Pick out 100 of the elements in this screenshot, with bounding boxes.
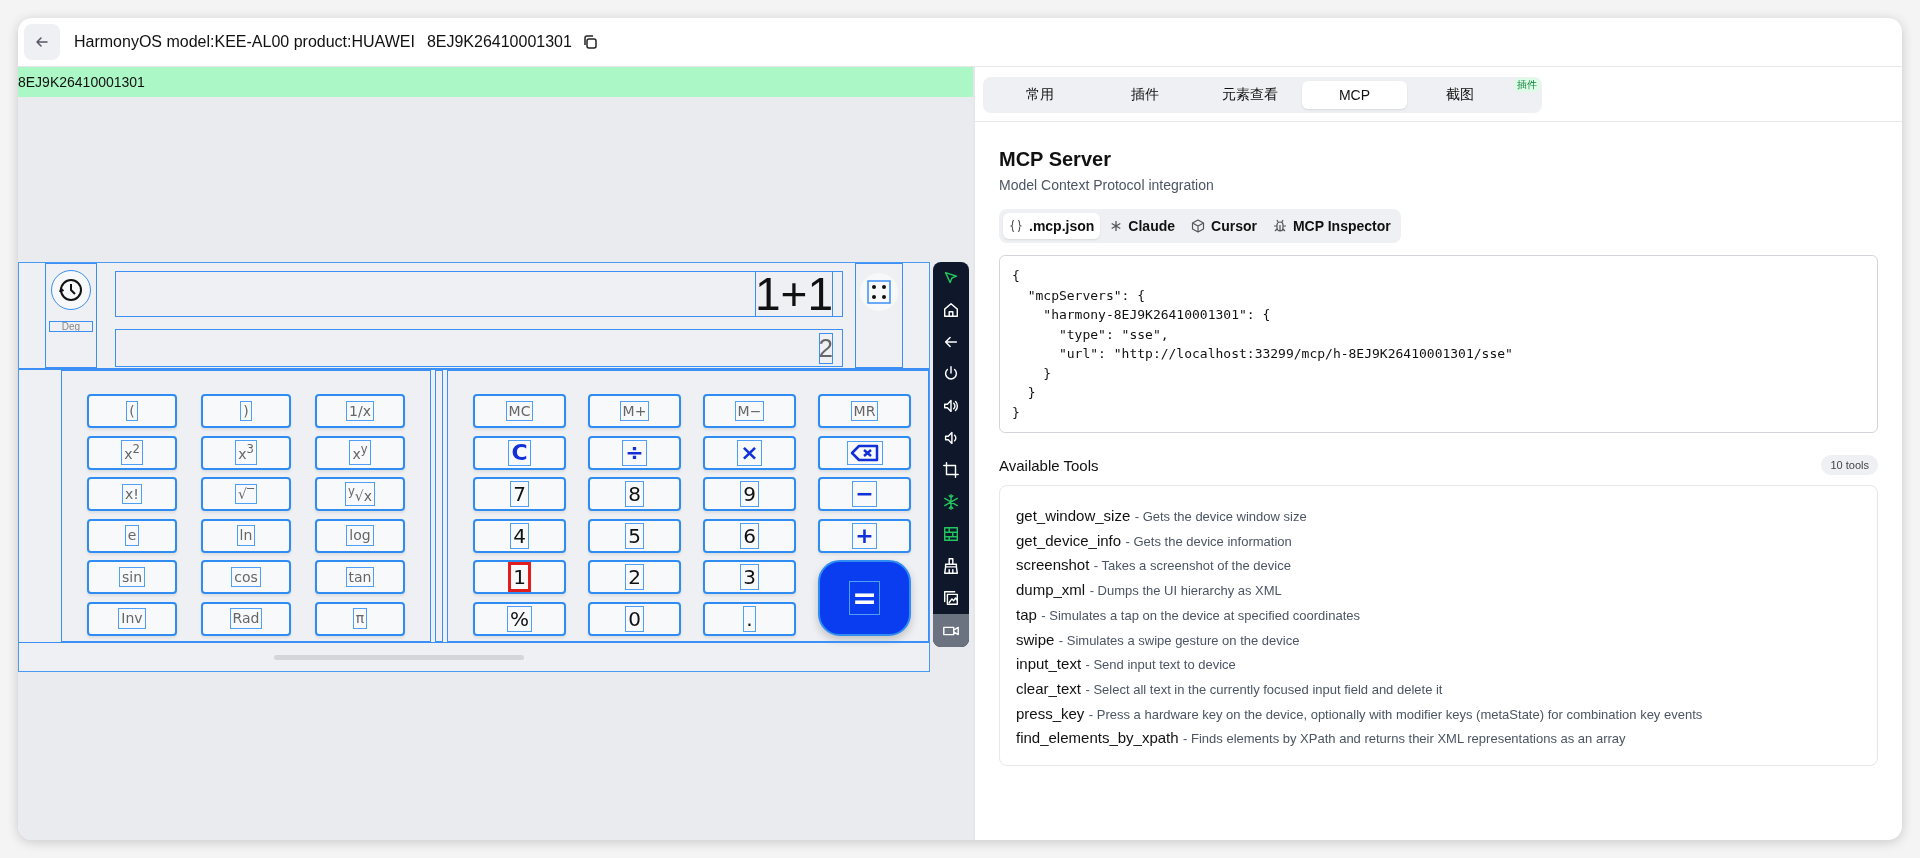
expression-display: 1+1 xyxy=(754,271,833,317)
broom-icon xyxy=(942,557,960,575)
tool-description: - Send input text to device xyxy=(1085,657,1236,673)
back-button[interactable] xyxy=(24,24,60,60)
tool-name: get_device_info xyxy=(1016,531,1122,549)
braces-icon xyxy=(1009,219,1023,233)
config-tab[interactable]: MCP Inspector xyxy=(1266,213,1397,239)
calculator-key[interactable]: 6 xyxy=(703,518,796,553)
tab[interactable]: MCP xyxy=(1302,81,1407,109)
home-icon xyxy=(942,301,960,319)
calculator-key[interactable]: MR xyxy=(818,394,911,428)
calculator-key[interactable]: 9 xyxy=(703,477,796,511)
calculator-key[interactable]: MC xyxy=(473,394,566,428)
calculator-key[interactable]: M− xyxy=(703,394,796,428)
calculator-key[interactable]: Rad xyxy=(201,601,291,636)
calculator-key[interactable]: + xyxy=(818,518,911,553)
calculator-key[interactable]: 3 xyxy=(703,560,796,594)
history-button[interactable] xyxy=(52,271,90,309)
tool-name: find_elements_by_xpath xyxy=(1016,729,1179,747)
calculator-key[interactable]: x$^{2}$ xyxy=(87,435,177,470)
device-label: 8EJ9K26410001301 xyxy=(18,74,145,90)
calculator-key[interactable]: log xyxy=(315,518,405,553)
calculator-key[interactable]: Inv xyxy=(87,601,177,636)
config-tab[interactable]: Claude xyxy=(1104,213,1182,239)
section-title: MCP Server xyxy=(999,148,1112,171)
tab[interactable]: 元素查看 xyxy=(1197,81,1302,109)
tool-description: - Takes a screenshot of the device xyxy=(1093,558,1291,574)
tool-name: input_text xyxy=(1016,655,1082,673)
calculator-key[interactable]: $^{y}$√x xyxy=(315,477,405,511)
calculator-key[interactable]: ) xyxy=(201,394,291,428)
window-title: HarmonyOS model:KEE-AL00 product:HUAWEI xyxy=(74,33,415,51)
calculator-key[interactable]: 1/x xyxy=(315,394,405,428)
calculator-key[interactable]: 4 xyxy=(473,518,566,553)
config-tab[interactable]: .mcp.json xyxy=(1003,213,1101,239)
calculator-key[interactable]: e xyxy=(87,518,177,553)
tool-name: get_window_size xyxy=(1016,507,1131,524)
tool-description: - Select all text in the currently focused input field and delete it xyxy=(1085,681,1443,697)
history-icon xyxy=(58,277,84,303)
tool-description: - Gets the device window size xyxy=(1134,509,1307,524)
tool-description: - Dumps the UI hierarchy as XML xyxy=(1089,583,1282,599)
back-arrow-icon xyxy=(34,34,50,50)
dots-icon xyxy=(867,280,891,304)
calculator-key[interactable]: 0 xyxy=(588,601,681,636)
device-serial: 8EJ9K26410001301 xyxy=(426,33,572,51)
calculator-key[interactable]: ln xyxy=(201,518,291,553)
tool-description: - Press a hardware key on the device, optionally with modifier keys (metaState) for combination key events xyxy=(1088,706,1703,722)
calculator-key[interactable]: sin xyxy=(87,560,177,594)
calculator-key[interactable]: C xyxy=(473,435,566,470)
plugin-badge: 插件 xyxy=(1514,78,1540,92)
snowflake-icon xyxy=(942,493,960,511)
tool-description: - Finds elements by XPath and returns their XML representations as an array xyxy=(1183,731,1626,747)
copy-icon[interactable] xyxy=(581,34,598,50)
calculator-key[interactable]: 5 xyxy=(588,518,681,553)
angle-mode-label: Deg xyxy=(49,321,93,332)
calculator-key[interactable]: cos xyxy=(201,560,291,594)
tab[interactable]: 常用 xyxy=(987,81,1092,109)
calculator-key[interactable]: . xyxy=(703,601,796,636)
images-icon xyxy=(942,589,960,607)
calculator-key[interactable]: x! xyxy=(87,477,177,511)
calculator-key[interactable]: ÷ xyxy=(588,435,681,470)
calculator-key[interactable]: x$^{y}$ xyxy=(315,435,405,470)
bug-icon xyxy=(1272,219,1287,233)
tool-name: press_key xyxy=(1016,704,1085,722)
config-tab[interactable]: Cursor xyxy=(1185,213,1263,239)
result-display: 2 xyxy=(818,332,833,364)
volume-up-icon xyxy=(942,397,960,415)
calculator-key[interactable]: tan xyxy=(315,560,405,594)
asterisk-icon xyxy=(1110,220,1123,232)
tool-description: - Gets the device information xyxy=(1125,533,1292,549)
calculator-key[interactable]: 8 xyxy=(588,477,681,511)
grid-icon xyxy=(942,525,960,543)
tool-name: swipe xyxy=(1016,630,1055,648)
calculator-key[interactable]: 1 xyxy=(473,560,566,594)
tool-name: screenshot xyxy=(1016,556,1090,574)
calculator-key[interactable]: − xyxy=(818,477,911,511)
calculator-key[interactable]: M+ xyxy=(588,394,681,428)
tools-heading: Available Tools xyxy=(999,456,1099,474)
calculator-key[interactable]: 7 xyxy=(473,477,566,511)
calculator-key[interactable]: 2 xyxy=(588,560,681,594)
tool-description: - Simulates a swipe gesture on the device xyxy=(1058,632,1300,648)
tool-name: tap xyxy=(1016,605,1037,623)
backspace-key[interactable] xyxy=(818,435,911,470)
config-code-field[interactable]: { "mcpServers": { "harmony-8EJ9K26410001301": { "type": "sse", "url": "http://localhost:33299/mcp/h-8EJ9K26410001301/sse" } } } xyxy=(999,255,1878,433)
tool-count-badge: 10 tools xyxy=(1821,455,1878,475)
tool-name: clear_text xyxy=(1016,679,1082,697)
crop-icon xyxy=(942,461,960,479)
tab[interactable]: 插件 xyxy=(1092,81,1197,109)
calculator-key[interactable]: √‾ xyxy=(201,477,291,511)
calculator-key[interactable]: × xyxy=(703,435,796,470)
tool-description: - Simulates a tap on the device at specified coordinates xyxy=(1041,607,1360,623)
backspace-icon xyxy=(847,441,882,464)
cube-icon xyxy=(1191,219,1206,233)
tab[interactable]: 截图 xyxy=(1407,81,1512,109)
section-subtitle: Model Context Protocol integration xyxy=(999,177,1215,193)
calculator-key[interactable]: % xyxy=(473,601,566,636)
more-button[interactable] xyxy=(860,273,898,311)
calculator-key[interactable]: x$^{3}$ xyxy=(201,435,291,470)
equals-key[interactable]: = xyxy=(818,560,911,636)
calculator-key[interactable]: ( xyxy=(87,394,177,428)
calculator-key[interactable]: π xyxy=(315,601,405,636)
